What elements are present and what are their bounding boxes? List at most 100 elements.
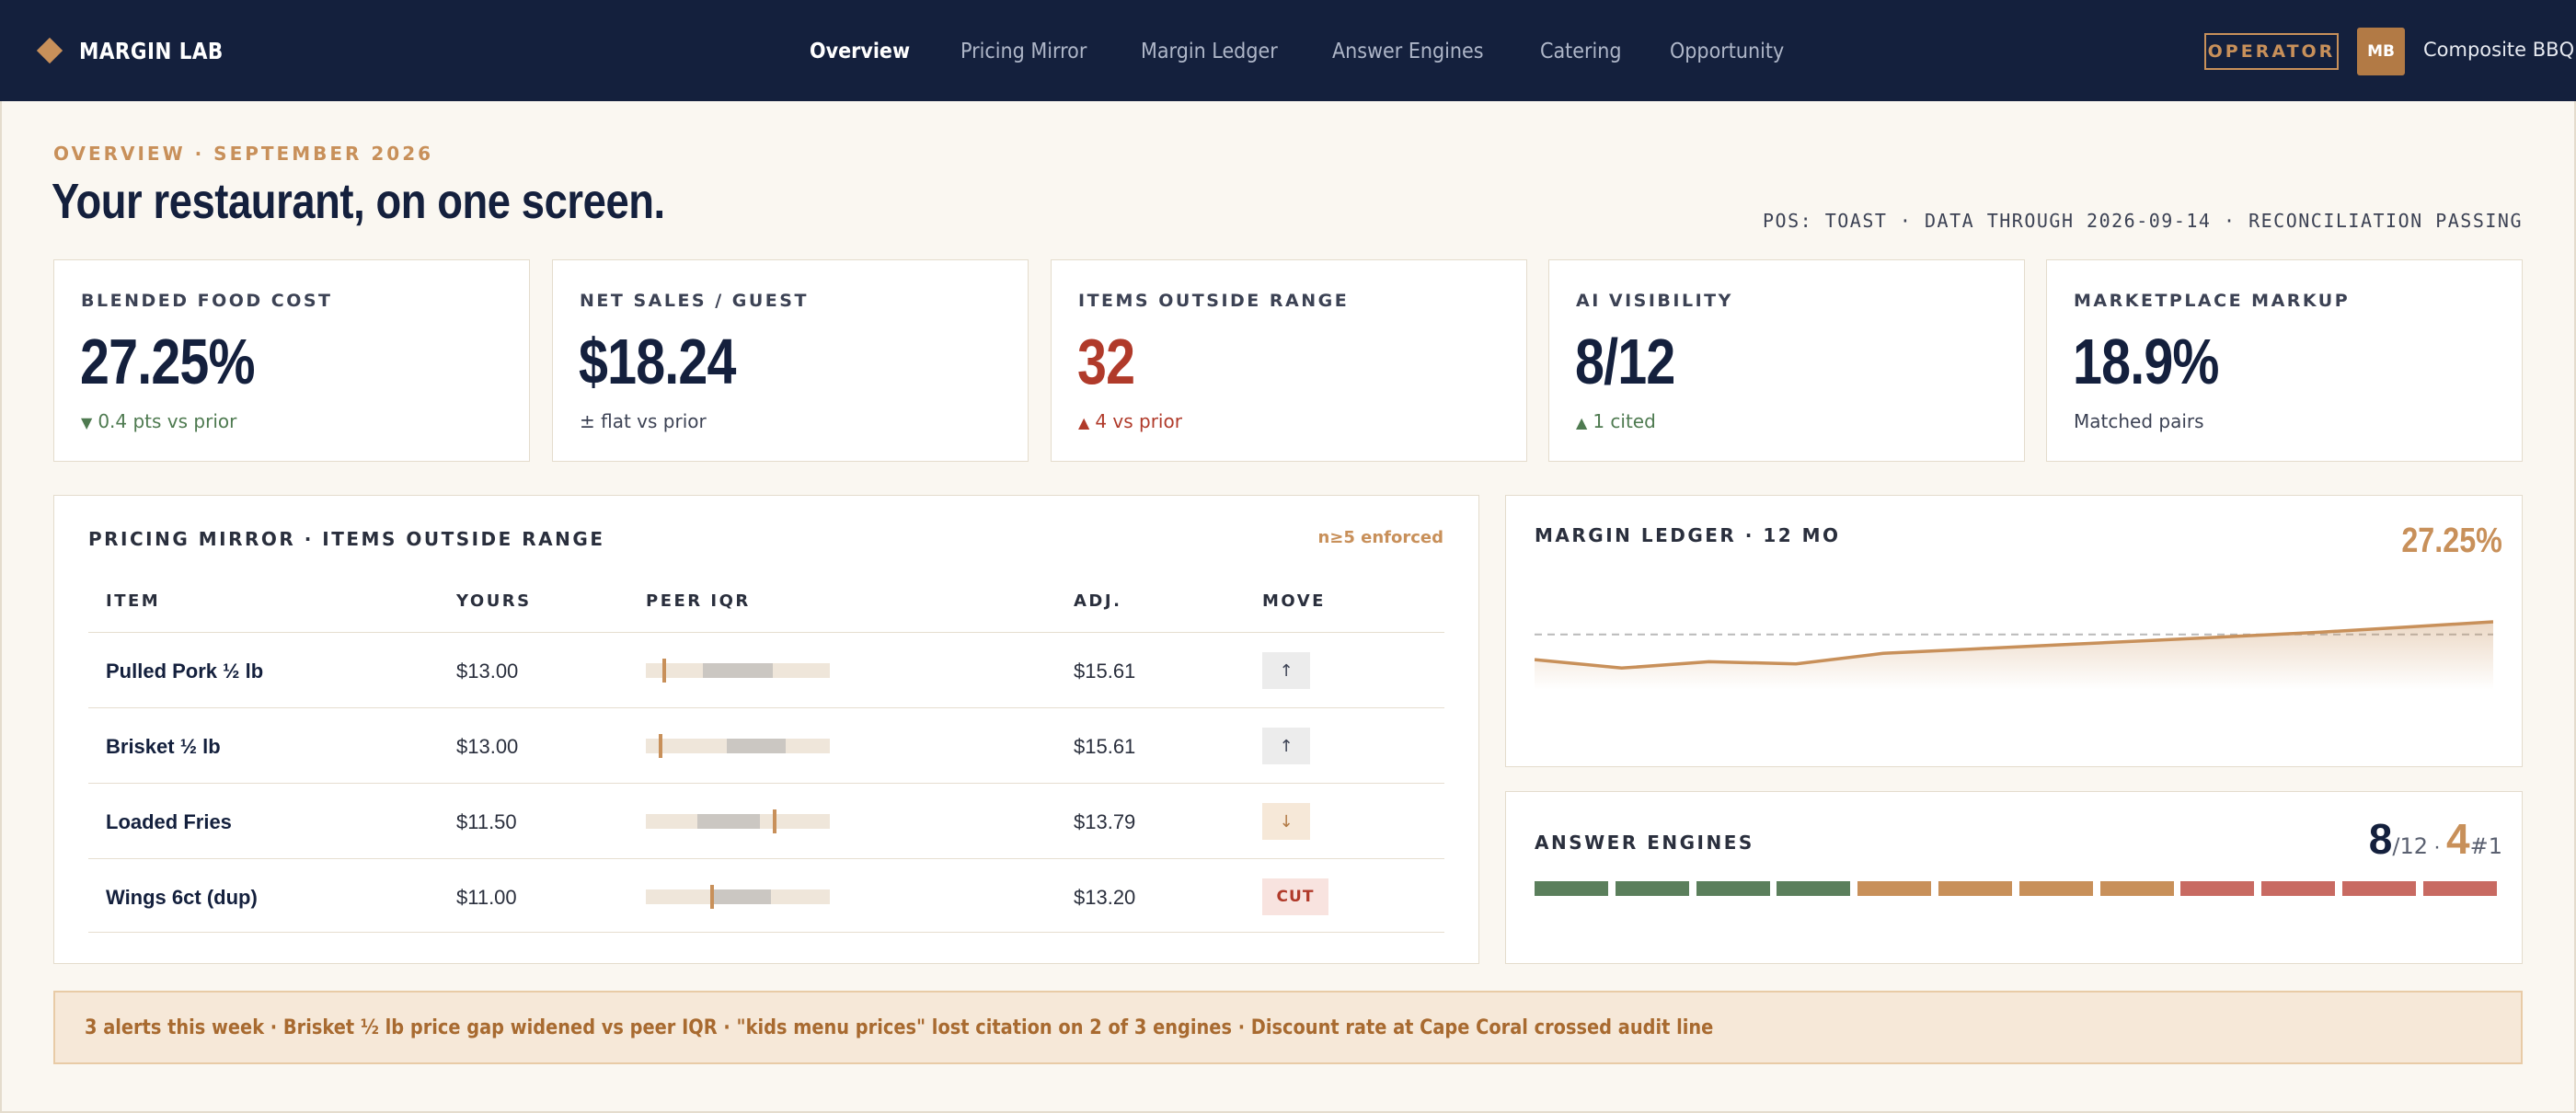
answer-engines-score: 8 /12 · 4 #1 (2369, 814, 2502, 864)
alerts-text: 3 alerts this week · Brisket ½ lb price … (85, 1016, 1714, 1039)
kpi-card-items-outside-range[interactable]: ITEMS OUTSIDE RANGE 32 ▲ 4 vs prior (1051, 259, 1527, 462)
brand[interactable]: MARGIN LAB (36, 35, 247, 66)
engine-status-bar[interactable] (1777, 881, 1851, 896)
kpi-value: 8/12 (1575, 326, 1675, 397)
kpi-card-marketplace-markup[interactable]: MARKETPLACE MARKUP 18.9% Matched pairs (2046, 259, 2523, 462)
engine-status-bar[interactable] (2018, 881, 2093, 896)
ledger-title: MARGIN LEDGER · 12 MO (1535, 524, 1841, 546)
adjusted-price: $13.20 (1074, 886, 1136, 909)
kpi-label: ITEMS OUTSIDE RANGE (1078, 291, 1350, 311)
cited-count: 4 (2446, 815, 2470, 863)
page-eyebrow: OVERVIEW · SEPTEMBER 2026 (53, 143, 434, 165)
item-name: Wings 6ct (dup) (106, 886, 258, 909)
kpi-delta-text: ± flat vs prior (580, 410, 707, 432)
adjusted-price: $13.79 (1074, 810, 1136, 833)
visibility-total: /12 (2392, 833, 2429, 859)
engine-status-bar[interactable] (2261, 881, 2336, 896)
answer-engines-title: ANSWER ENGINES (1535, 832, 1754, 854)
nav-answer-engines[interactable]: Answer Engines (1332, 40, 1484, 63)
kpi-delta: ▼ 0.4 pts vs prior (81, 410, 236, 432)
brand-name: MARGIN LAB (79, 37, 224, 64)
alerts-banner[interactable]: 3 alerts this week · Brisket ½ lb price … (53, 991, 2523, 1064)
cut-item-button[interactable]: CUT (1262, 878, 1328, 915)
kpi-value: $18.24 (579, 326, 736, 397)
page-title: Your restaurant, on one screen. (52, 174, 665, 229)
visibility-score: 8 (2368, 815, 2393, 863)
cited-rank: #1 (2469, 833, 2502, 859)
kpi-label: MARKETPLACE MARKUP (2074, 291, 2351, 311)
row-divider (88, 858, 1444, 859)
row-divider (88, 783, 1444, 784)
nav-opportunity[interactable]: Opportunity (1670, 40, 1784, 63)
kpi-card-net-sales[interactable]: NET SALES / GUEST $18.24 ± flat vs prior (552, 259, 1029, 462)
move-up-button[interactable]: ↑ (1262, 728, 1310, 764)
iqr-range-box (714, 889, 771, 904)
adjusted-price: $15.61 (1074, 660, 1136, 683)
header-divider (88, 632, 1444, 633)
your-price-marker (662, 659, 666, 683)
peer-iqr-bar (646, 659, 830, 683)
kpi-card-ai-visibility[interactable]: AI VISIBILITY 8/12 ▲ 1 cited (1548, 259, 2025, 462)
top-navbar: MARGIN LAB Overview Pricing Mirror Margi… (0, 0, 2576, 101)
kpi-delta-text: 4 vs prior (1095, 410, 1182, 432)
role-badge[interactable]: OPERATOR (2204, 33, 2339, 70)
move-up-button[interactable]: ↑ (1262, 652, 1310, 689)
kpi-delta-text: 0.4 pts vs prior (98, 410, 237, 432)
kpi-delta: ▲ 1 cited (1576, 410, 1656, 432)
down-arrow-icon: ▼ (81, 414, 93, 431)
kpi-delta: ▲ 4 vs prior (1078, 410, 1182, 432)
engine-status-bar[interactable] (1615, 881, 1689, 896)
engine-status-bar[interactable] (2180, 881, 2255, 896)
engine-status-bar[interactable] (2099, 881, 2174, 896)
nav-margin-ledger[interactable]: Margin Ledger (1141, 40, 1278, 63)
nav-catering[interactable]: Catering (1540, 40, 1622, 63)
score-separator: · (2433, 834, 2442, 859)
kpi-delta: Matched pairs (2074, 410, 2204, 432)
kpi-card-food-cost[interactable]: BLENDED FOOD COST 27.25% ▼ 0.4 pts vs pri… (53, 259, 530, 462)
column-header-yours[interactable]: YOURS (456, 591, 532, 611)
column-header-peer-iqr[interactable]: PEER IQR (646, 591, 751, 611)
margin-ledger-chart (1535, 620, 2493, 690)
your-price: $11.00 (456, 886, 517, 909)
main-nav: Overview Pricing Mirror Margin Ledger An… (810, 33, 1836, 70)
engine-status-bar[interactable] (1535, 881, 1608, 896)
item-name: Loaded Fries (106, 810, 232, 833)
kpi-delta: ± flat vs prior (580, 410, 707, 432)
item-name: Brisket ½ lb (106, 735, 221, 758)
kpi-label: AI VISIBILITY (1576, 291, 1733, 311)
kpi-value: 18.9% (2073, 326, 2219, 397)
column-header-item[interactable]: ITEM (106, 591, 160, 611)
peer-iqr-bar (646, 809, 830, 833)
your-price: $13.00 (456, 660, 519, 683)
nav-pricing-mirror[interactable]: Pricing Mirror (960, 40, 1087, 63)
kpi-label: NET SALES / GUEST (580, 291, 809, 311)
pricing-panel-title: PRICING MIRROR · ITEMS OUTSIDE RANGE (88, 528, 605, 550)
your-price: $11.50 (456, 810, 517, 833)
account-name[interactable]: Composite BBQ (2423, 39, 2574, 61)
row-divider (88, 932, 1444, 933)
engine-status-bar[interactable] (1696, 881, 1770, 896)
move-down-button[interactable]: ↓ (1262, 803, 1310, 840)
item-name: Pulled Pork ½ lb (106, 660, 264, 683)
peer-iqr-bar (646, 734, 830, 758)
column-header-adj[interactable]: ADJ. (1074, 591, 1121, 611)
engine-status-bar[interactable] (1938, 881, 2012, 896)
up-arrow-icon: ▲ (1576, 414, 1588, 431)
ledger-current-value: 27.25% (2401, 522, 2502, 560)
engine-status-bar[interactable] (1857, 881, 1932, 896)
iqr-range-box (703, 663, 773, 678)
brand-logo-icon (36, 37, 63, 64)
kpi-label: BLENDED FOOD COST (81, 291, 333, 311)
your-price-marker (710, 885, 714, 909)
avatar[interactable]: MB (2357, 28, 2405, 75)
adjusted-price: $15.61 (1074, 735, 1136, 758)
column-header-move[interactable]: MOVE (1262, 591, 1326, 611)
kpi-delta-text: 1 cited (1593, 410, 1656, 432)
engine-status-bar[interactable] (2342, 881, 2416, 896)
iqr-range-box (697, 814, 760, 829)
engine-status-bar[interactable] (2422, 881, 2497, 896)
up-arrow-icon: ▲ (1078, 414, 1090, 431)
kpi-delta-text: Matched pairs (2074, 410, 2204, 432)
your-price-marker (659, 734, 662, 758)
nav-overview[interactable]: Overview (810, 40, 910, 63)
